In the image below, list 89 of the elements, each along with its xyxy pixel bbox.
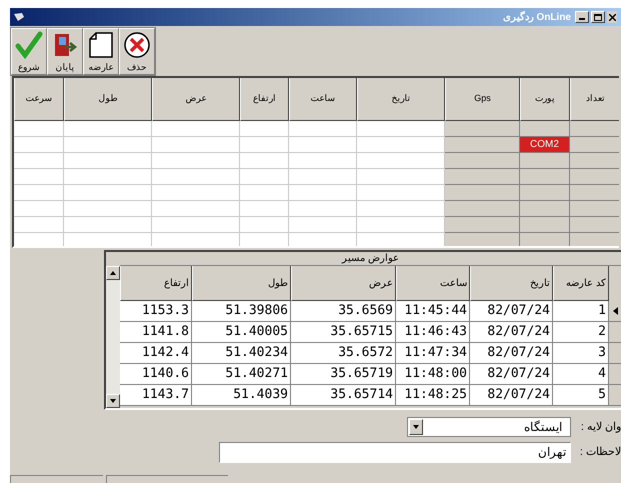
table-cell: 51.40234	[192, 343, 291, 364]
column-header[interactable]: ارتفاع	[240, 78, 289, 121]
table-cell: 1	[553, 301, 609, 322]
table-cell: 11:48:00	[396, 364, 470, 385]
table-cell: 1153.3	[120, 301, 192, 322]
notes-field[interactable]: تهران	[219, 442, 571, 462]
table-cell: 1143.7	[120, 385, 192, 406]
table-cell: 11:46:43	[396, 322, 470, 343]
table-cell: 3	[553, 343, 609, 364]
close-button[interactable]	[607, 11, 617, 23]
table-cell	[520, 121, 570, 137]
table-cell: 1141.8	[120, 322, 192, 343]
table-cell	[240, 169, 289, 185]
column-header[interactable]: پورت	[520, 78, 570, 121]
table-cell: 35.6569	[291, 301, 396, 322]
column-header[interactable]: تاریخ	[357, 78, 445, 121]
table-cell: 35.65715	[291, 322, 396, 343]
table-cell: 11:45:44	[396, 301, 470, 322]
table-cell: 1140.6	[120, 364, 192, 385]
table-cell: 35.65719	[291, 364, 396, 385]
port-cell: COM2	[520, 137, 570, 153]
table-cell	[240, 121, 289, 137]
table-cell	[289, 121, 357, 137]
table-cell	[289, 169, 357, 185]
table-cell	[289, 217, 357, 233]
table-cell: 51.4039	[192, 385, 291, 406]
column-header[interactable]: طول	[64, 78, 152, 121]
column-header[interactable]: عرض	[152, 78, 240, 121]
column-header[interactable]: تعداد	[570, 78, 619, 121]
table-cell	[289, 185, 357, 201]
maximize-button[interactable]	[591, 11, 605, 23]
column-header[interactable]: سرعت	[14, 78, 64, 121]
table-cell: 11:48:25	[396, 385, 470, 406]
window-title: ردگیری OnLine	[502, 10, 571, 24]
table-cell	[520, 169, 570, 185]
table-cell: 82/07/24	[470, 385, 553, 406]
table-cell	[240, 137, 289, 153]
table-cell: 82/07/24	[470, 343, 553, 364]
maximize-icon	[594, 14, 602, 20]
table-cell	[240, 185, 289, 201]
minimize-icon	[579, 18, 585, 20]
table-cell	[520, 201, 570, 217]
table-cell	[289, 201, 357, 217]
table-cell: 82/07/24	[470, 322, 553, 343]
table-cell: 35.65714	[291, 385, 396, 406]
table-cell: 35.6572	[291, 343, 396, 364]
table-cell	[240, 201, 289, 217]
minimize-button[interactable]	[575, 11, 589, 23]
table-cell: 11:47:34	[396, 343, 470, 364]
layer-combo[interactable]: ایستگاه	[407, 417, 571, 437]
dropdown-button[interactable]	[409, 419, 423, 435]
notes-label: لاحظات :	[578, 444, 621, 460]
down-arrow-icon	[413, 425, 419, 429]
table-cell	[520, 153, 570, 169]
table-cell: 2	[553, 322, 609, 343]
table-cell: 51.40005	[192, 322, 291, 343]
current-row-icon	[612, 307, 618, 315]
table-cell	[520, 185, 570, 201]
table-cell	[289, 153, 357, 169]
delete-icon	[123, 31, 151, 59]
table-cell: 5	[553, 385, 609, 406]
grid-caption: عوارض مسیر	[120, 252, 621, 266]
check-icon	[15, 31, 43, 59]
table-cell: 1142.4	[120, 343, 192, 364]
delete-button[interactable]: حذف	[119, 28, 155, 75]
table-cell	[240, 153, 289, 169]
column-header[interactable]: Gps	[445, 78, 520, 121]
table-cell: 4	[553, 364, 609, 385]
table-cell	[289, 137, 357, 153]
column-header[interactable]: ساعت	[289, 78, 357, 121]
blank-page-icon	[87, 31, 115, 59]
start-button[interactable]: شروع	[11, 28, 47, 75]
table-cell	[520, 233, 570, 246]
table-cell	[240, 217, 289, 233]
scroll-up-button[interactable]	[106, 266, 120, 280]
vertical-scrollbar[interactable]	[106, 266, 120, 408]
exit-button[interactable]: پایان	[47, 28, 83, 75]
up-arrow-icon	[110, 271, 116, 275]
table-cell: 82/07/24	[470, 364, 553, 385]
close-icon	[608, 14, 616, 20]
table-cell: 82/07/24	[470, 301, 553, 322]
layer-label: وان لایه :	[580, 420, 621, 435]
table-cell: 51.39806	[192, 301, 291, 322]
table-cell	[520, 217, 570, 233]
scroll-down-button[interactable]	[106, 394, 120, 408]
app-icon	[14, 13, 24, 21]
feature-button[interactable]: عارضه	[83, 28, 119, 75]
down-arrow-icon	[110, 399, 116, 403]
table-cell: 51.40271	[192, 364, 291, 385]
